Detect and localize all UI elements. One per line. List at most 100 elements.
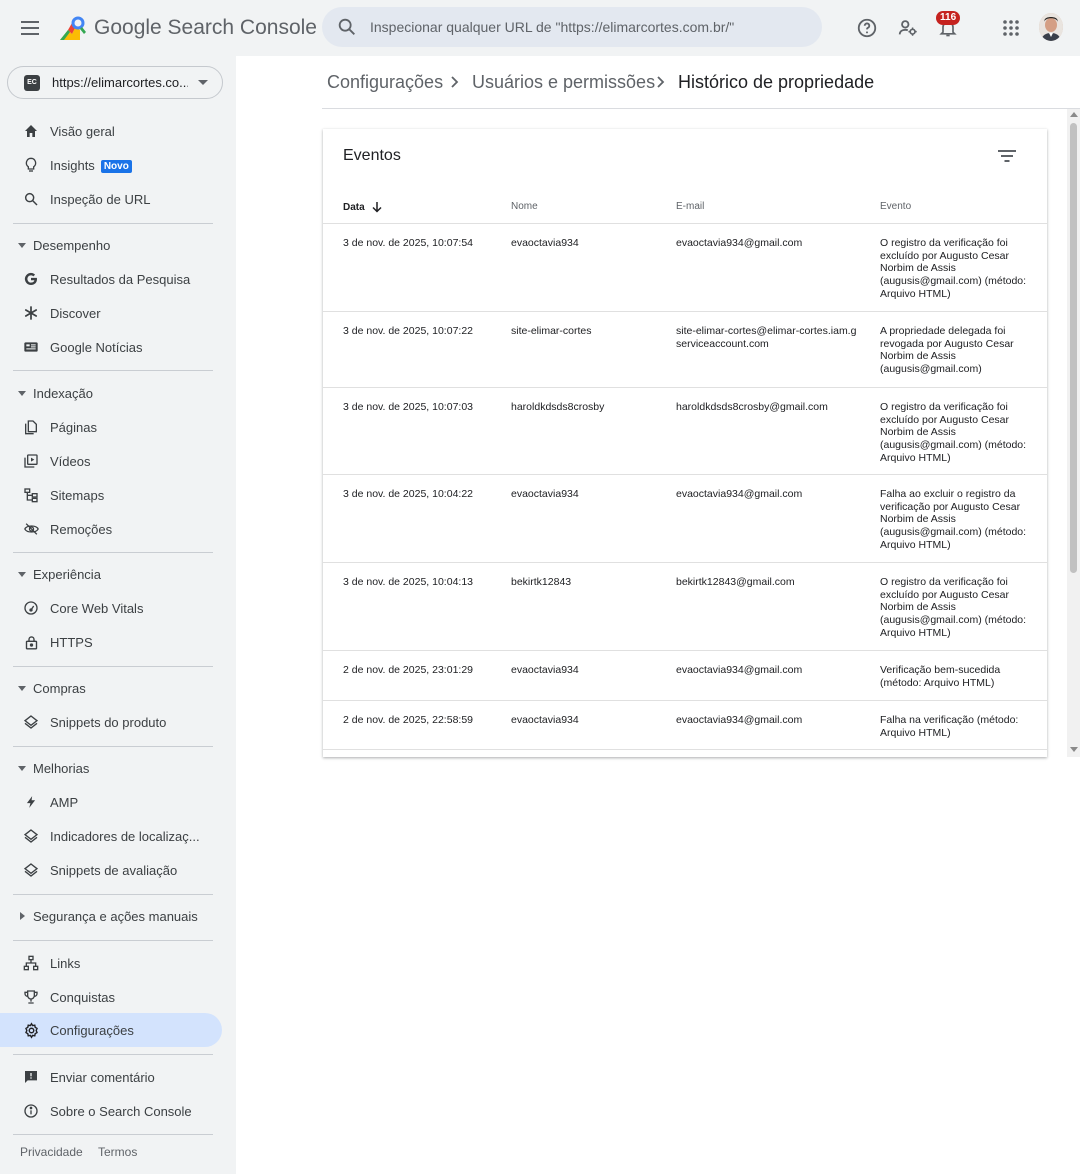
section-title: Desempenho [33,237,111,253]
nav-paginas[interactable]: Páginas [0,410,222,444]
column-header-event[interactable]: Evento [880,201,911,212]
menu-icon[interactable] [18,16,42,40]
breadcrumb-usuarios-permissoes[interactable]: Usuários e permissões [472,72,655,93]
column-label: Data [343,201,365,213]
nav-indicadores-localizacao[interactable]: Indicadores de localizaç... [0,819,222,853]
scrollbar[interactable] [1067,109,1080,757]
nav-label: Core Web Vitals [50,600,144,616]
table-row: 2 de nov. de 2025, 23:01:29 evaoctavia93… [323,651,1047,701]
cell-event: A propriedade delegada foi revogada por … [880,325,1014,376]
top-bar: Google Search Console Inspecionar qualqu… [0,0,1080,56]
nav-snippets-avaliacao[interactable]: Snippets de avaliação [0,853,222,887]
nav-label: Insights [50,157,95,173]
search-input[interactable]: Inspecionar qualquer URL de "https://eli… [370,19,734,35]
nav-label: Indicadores de localizaç... [50,828,200,844]
cell-event: Verificação bem-sucedida (método: Arquiv… [880,664,1001,689]
caret-down-icon [18,571,26,577]
manage-users-icon[interactable] [896,16,920,40]
search-icon [22,190,40,208]
cell-date: 3 de nov. de 2025, 10:04:13 [343,576,473,588]
caret-down-icon [18,685,26,691]
scroll-up-arrow-icon[interactable] [1070,112,1078,117]
help-icon[interactable] [855,16,879,40]
search-console-logo [60,16,86,40]
nav-discover[interactable]: Discover [0,296,222,330]
caret-right-icon [20,912,25,920]
column-header-date[interactable]: Data [343,201,383,213]
nav-sobre[interactable]: Sobre o Search Console [0,1094,222,1128]
layers-icon [22,827,40,845]
nav-snippets-produto[interactable]: Snippets do produto [0,705,222,739]
table-row: 3 de nov. de 2025, 10:04:13 bekirtk12843… [323,563,1047,651]
section-compras[interactable]: Compras [0,673,222,703]
nav-inspecao-url[interactable]: Inspeção de URL [0,182,222,216]
nav-label: Conquistas [50,989,116,1005]
filter-icon[interactable] [995,144,1019,168]
nav-label: Discover [50,305,101,321]
privacy-link[interactable]: Privacidade [20,1145,83,1159]
divider [13,666,213,667]
card-title: Eventos [343,147,401,164]
sidebar: EC https://elimarcortes.co... Visão gera… [0,56,236,1174]
cell-event: Falha ao excluir o registro da verificaç… [880,488,1027,551]
terms-link[interactable]: Termos [98,1145,137,1159]
google-g-icon [22,270,40,288]
lightbulb-icon [22,156,40,174]
cell-name: evaoctavia934 [511,488,579,500]
url-inspect-search[interactable]: Inspecionar qualquer URL de "https://eli… [322,7,822,47]
speed-icon [22,599,40,617]
section-indexacao[interactable]: Indexação [0,378,222,408]
nav-videos[interactable]: Vídeos [0,444,222,478]
nav-google-noticias[interactable]: Google Notícias [0,330,222,364]
nav-resultados-pesquisa[interactable]: Resultados da Pesquisa [0,262,222,296]
sitemap-icon [22,486,40,504]
nav-label: HTTPS [50,634,93,650]
breadcrumb-configuracoes[interactable]: Configurações [327,72,443,93]
section-desempenho[interactable]: Desempenho [0,230,222,260]
trophy-icon [22,988,40,1006]
nav-conquistas[interactable]: Conquistas [0,980,222,1014]
section-experiencia[interactable]: Experiência [0,559,222,589]
caret-down-icon [18,390,26,396]
pages-icon [22,418,40,436]
caret-down-icon [18,242,26,248]
page-title: Histórico de propriedade [678,72,875,92]
nav-label: Inspeção de URL [50,191,151,207]
notification-badge: 116 [936,11,961,25]
nav-https[interactable]: HTTPS [0,625,222,659]
layers-icon [22,861,40,879]
scroll-down-arrow-icon[interactable] [1070,747,1078,752]
chevron-right-icon [451,76,459,88]
nav-label-wrapper: Insights Novo [50,158,132,173]
cell-event: O registro da verificação foi excluído p… [880,576,1027,639]
apps-grid-icon[interactable] [999,16,1023,40]
cell-event: Falha na verificação (método: Arquivo HT… [880,714,1019,739]
nav-links[interactable]: Links [0,946,222,980]
nav-configuracoes[interactable]: Configurações [0,1013,222,1047]
nav-core-web-vitals[interactable]: Core Web Vitals [0,591,222,625]
nav-enviar-comentario[interactable]: Enviar comentário [0,1060,222,1094]
section-melhorias[interactable]: Melhorias [0,753,222,783]
cell-email: evaoctavia934@gmail.com [676,488,803,500]
property-selector[interactable]: EC https://elimarcortes.co... [7,66,223,99]
column-header-email[interactable]: E-mail [676,201,704,212]
section-seguranca[interactable]: Segurança e ações manuais [0,901,222,931]
divider [13,940,213,941]
divider [13,1054,213,1055]
column-header-name[interactable]: Nome [511,201,538,212]
cell-date: 3 de nov. de 2025, 10:07:03 [343,401,473,413]
section-title: Melhorias [33,760,90,776]
nav-label: Configurações [50,1022,134,1038]
nav-insights[interactable]: Insights Novo [0,148,222,182]
cell-name: evaoctavia934 [511,714,579,726]
nav-amp[interactable]: AMP [0,785,222,819]
video-icon [22,452,40,470]
scrollbar-thumb[interactable] [1070,123,1077,573]
nav-visao-geral[interactable]: Visão geral [0,114,222,148]
section-title: Indexação [33,385,93,401]
nav-sitemaps[interactable]: Sitemaps [0,478,222,512]
table-row: 3 de nov. de 2025, 10:07:03 haroldkdsds8… [323,388,1047,475]
cell-name: evaoctavia934 [511,664,579,676]
nav-remocoes[interactable]: Remoções [0,512,222,546]
avatar[interactable] [1039,13,1063,41]
